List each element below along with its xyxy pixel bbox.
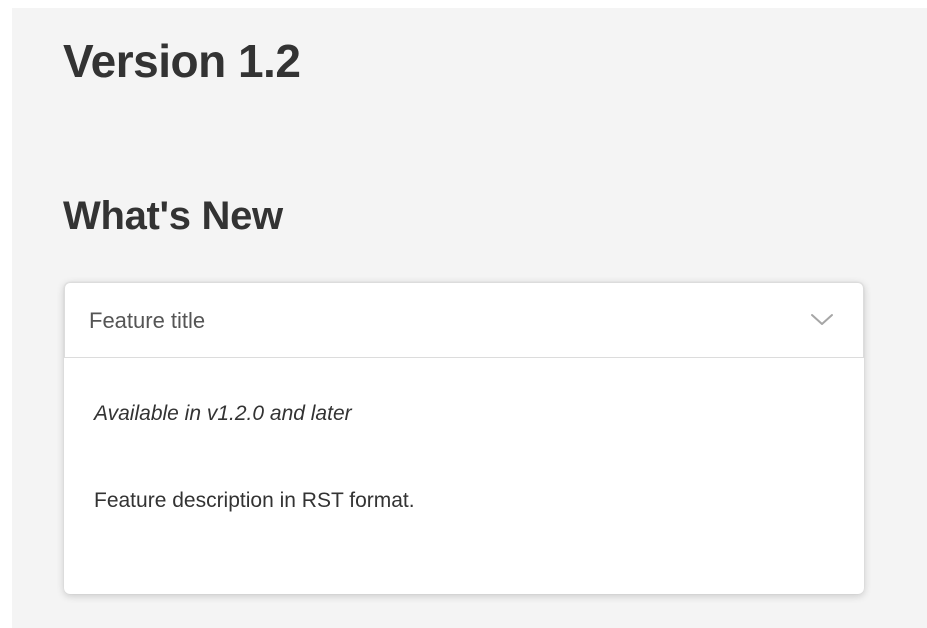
feature-description: Feature description in RST format. (94, 489, 415, 512)
page-title: Version 1.2 (63, 35, 301, 87)
feature-accordion-header[interactable]: Feature title (64, 282, 864, 358)
feature-availability-note: Available in v1.2.0 and later (94, 402, 352, 425)
chevron-down-icon (809, 309, 835, 329)
feature-accordion: Feature title Available in v1.2.0 and la… (64, 282, 864, 594)
feature-title: Feature title (89, 308, 206, 333)
release-notes-panel: Version 1.2 What's New Feature title Ava… (12, 8, 927, 628)
whats-new-heading: What's New (63, 194, 283, 238)
